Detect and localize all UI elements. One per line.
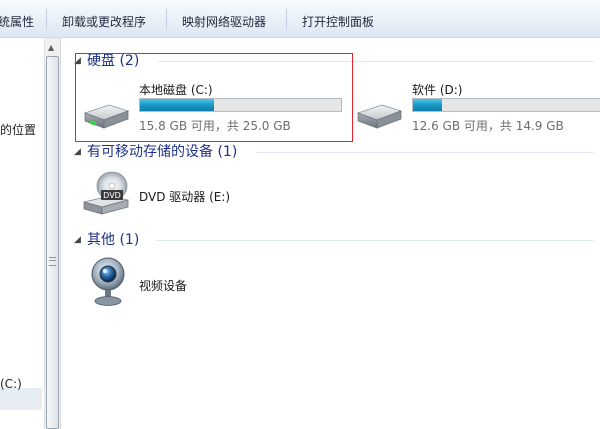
drive-d-name[interactable]: 软件 (D:) <box>412 81 462 98</box>
collapse-triangle-icon[interactable]: ◢ <box>74 235 81 245</box>
toolbar-separator <box>166 9 167 29</box>
drive-c-usage-fill <box>140 99 214 111</box>
group-divider <box>156 240 594 241</box>
group-title: 有可移动存储的设备 (1) <box>87 144 238 160</box>
drive-d-usage-fill <box>413 99 442 111</box>
webcam-icon <box>91 257 125 306</box>
drive-c-name[interactable]: 本地磁盘 (C:) <box>139 81 213 98</box>
nav-item-local-disk[interactable]: (C:) <box>0 377 22 391</box>
scrollbar-thumb[interactable] <box>46 56 59 429</box>
nav-scrollbar[interactable]: ▲ <box>44 38 61 429</box>
scroll-up-arrow-icon[interactable]: ▲ <box>48 44 54 52</box>
collapse-triangle-icon[interactable]: ◢ <box>74 147 81 157</box>
collapse-triangle-icon[interactable]: ◢ <box>74 56 81 66</box>
map-network-drive-button[interactable]: 映射网络驱动器 <box>182 0 266 38</box>
nav-selected-highlight <box>0 388 42 410</box>
group-divider <box>256 152 594 153</box>
system-properties-button[interactable]: 统属性 <box>0 0 34 38</box>
dvd-drive-icon: DVD <box>83 171 129 215</box>
scrollbar-grip-icon <box>49 257 56 266</box>
dvd-drive-name[interactable]: DVD 驱动器 (E:) <box>139 188 230 205</box>
toolbar-separator <box>286 9 287 29</box>
command-bar: 统属性 卸载或更改程序 映射网络驱动器 打开控制面板 <box>0 0 600 38</box>
open-control-panel-button[interactable]: 打开控制面板 <box>302 0 374 38</box>
drive-c-usage-bar <box>139 98 342 112</box>
video-device-name[interactable]: 视频设备 <box>139 277 187 294</box>
group-title: 其他 (1) <box>87 232 140 248</box>
hard-drive-icon <box>83 104 130 129</box>
dvd-icon-label: DVD <box>103 191 121 200</box>
nav-item-locations[interactable]: 的位置 <box>0 121 36 138</box>
drive-c-space-info: 15.8 GB 可用，共 25.0 GB <box>139 119 291 133</box>
group-title: 硬盘 (2) <box>87 53 140 69</box>
uninstall-program-button[interactable]: 卸载或更改程序 <box>62 0 146 38</box>
navigation-pane: 的位置 (C:) <box>0 38 44 429</box>
drive-d-usage-bar <box>412 98 600 112</box>
drive-d-space-info: 12.6 GB 可用，共 14.9 GB <box>412 119 564 133</box>
group-hard-disks-header[interactable]: ◢ 硬盘 (2) <box>74 52 594 72</box>
hard-drive-icon <box>356 104 403 129</box>
toolbar-separator <box>46 9 47 29</box>
group-divider <box>158 61 594 62</box>
group-removable-header[interactable]: ◢ 有可移动存储的设备 (1) <box>74 143 594 163</box>
group-other-header[interactable]: ◢ 其他 (1) <box>74 231 594 251</box>
